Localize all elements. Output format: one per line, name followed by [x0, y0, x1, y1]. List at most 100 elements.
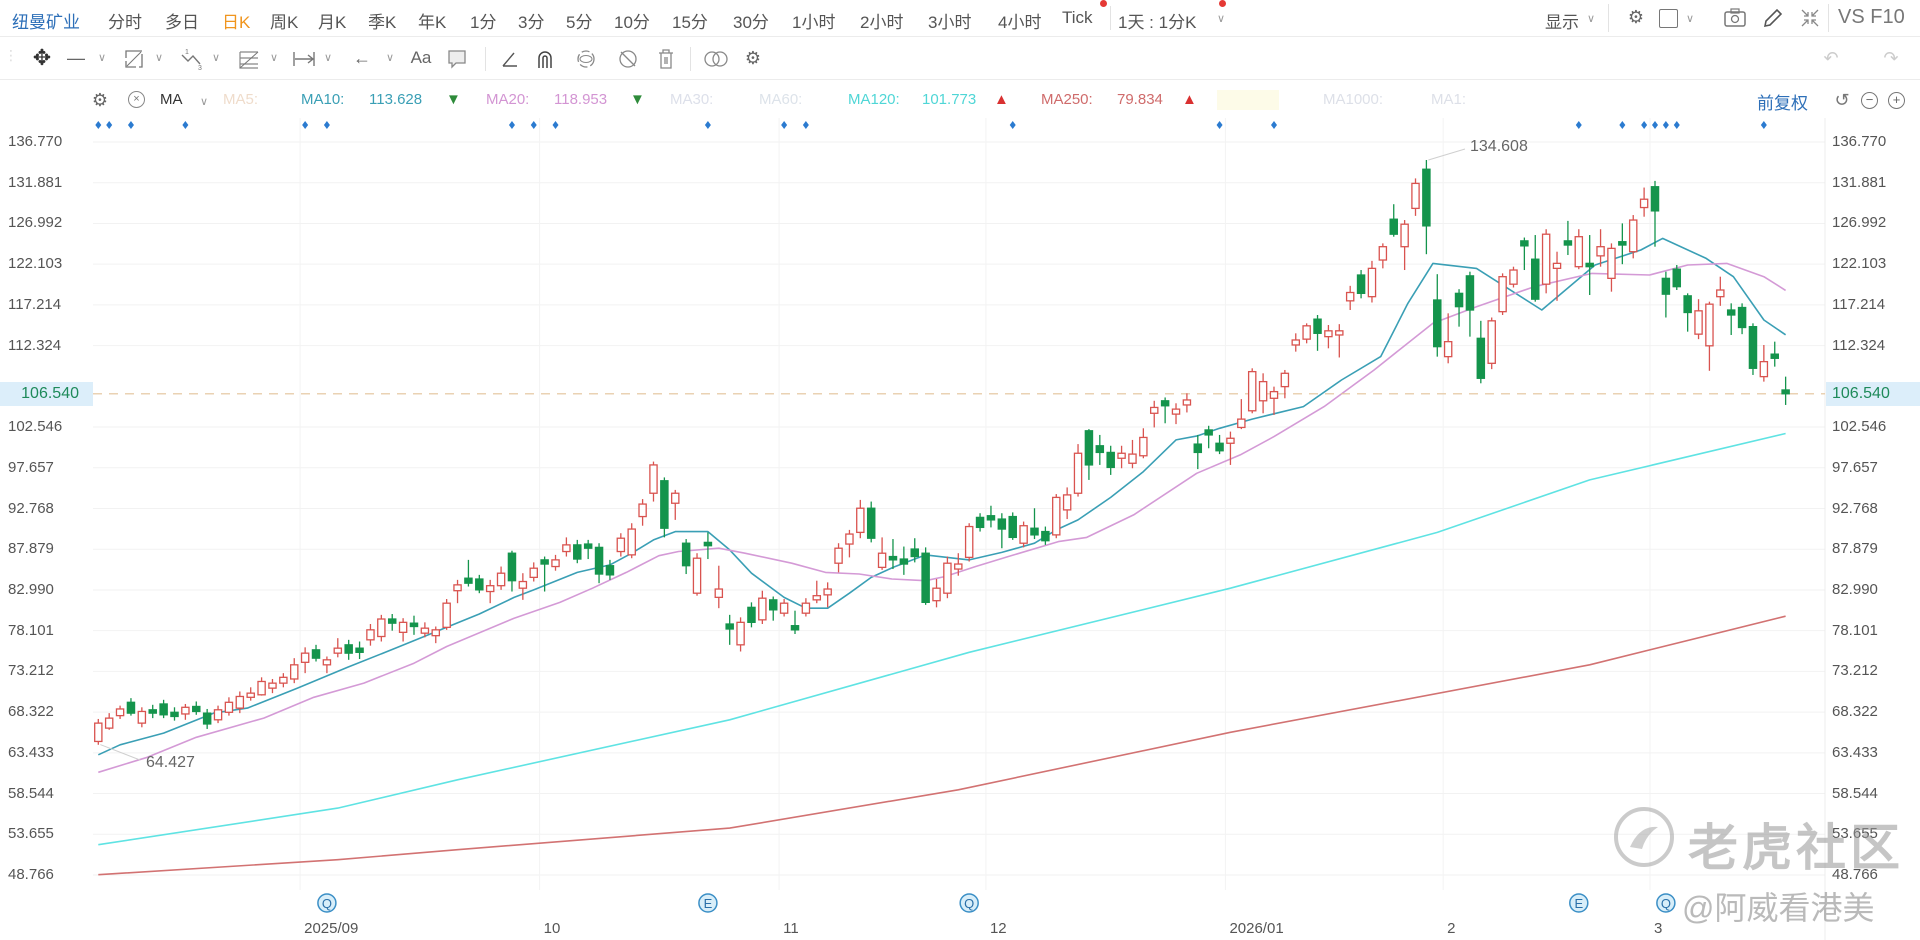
candle-down: [1585, 235, 1594, 296]
candle-up: [1367, 260, 1377, 303]
candle-down: [594, 543, 604, 584]
candle-up: [964, 523, 974, 562]
price-tick-left: 102.546: [8, 418, 63, 436]
max-price-annotation-leader: [1428, 148, 1466, 161]
candle-down: [997, 513, 1007, 549]
marker-diamond-icon: [1270, 121, 1277, 129]
candle-up: [1759, 344, 1769, 382]
candle-down: [475, 574, 484, 594]
event-Q-icon[interactable]: Q: [1656, 893, 1676, 913]
candle-down: [1030, 508, 1039, 540]
candle-up: [1607, 243, 1616, 292]
price-tick-left: 73.212: [8, 662, 54, 680]
candle-down: [1204, 425, 1213, 449]
marker-diamond-icon: [1651, 121, 1658, 129]
candle-down: [1041, 526, 1050, 545]
candle-down: [1433, 274, 1442, 357]
candle-up: [1400, 220, 1409, 271]
candle-up: [246, 687, 255, 701]
price-tick-left: 126.992: [8, 214, 63, 232]
candle-down: [1726, 303, 1736, 335]
candle-down: [681, 539, 691, 575]
candle-up: [638, 499, 647, 526]
candle-up: [442, 599, 451, 630]
candle-down: [159, 699, 168, 719]
price-tick-right: 58.544: [1832, 784, 1878, 802]
candle-down: [1084, 429, 1094, 480]
candle-up: [834, 543, 843, 573]
price-tick-right: 112.324: [1832, 336, 1886, 354]
candle-up: [289, 658, 299, 684]
candle-up: [1269, 386, 1279, 415]
price-tick-right: 126.992: [1832, 214, 1887, 232]
candle-up: [485, 579, 495, 604]
price-tick-left: 92.768: [8, 499, 54, 517]
price-tick-left: 58.544: [8, 784, 54, 802]
candle-up: [943, 556, 952, 599]
ma10-line: [97, 237, 1787, 756]
price-tick-left: 112.324: [8, 336, 62, 354]
marker-diamond-icon: [1673, 121, 1680, 129]
candle-up: [812, 580, 822, 604]
candle-up: [1639, 187, 1649, 217]
candle-down: [170, 707, 179, 721]
event-E-icon[interactable]: E: [1569, 893, 1589, 913]
candle-down: [1748, 323, 1758, 375]
marker-diamond-icon: [802, 121, 809, 129]
price-tick-left: 131.881: [8, 173, 63, 191]
candle-down: [1454, 289, 1464, 327]
watermark-brand: 老虎社区: [1688, 820, 1904, 876]
price-tick-left: 117.214: [8, 295, 62, 313]
date-label: 12: [989, 920, 1007, 937]
candle-up: [213, 705, 223, 724]
price-tick-left: 82.990: [8, 580, 54, 598]
event-Q-icon[interactable]: Q: [959, 893, 979, 913]
marker-diamond-icon: [1641, 121, 1648, 129]
candle-up: [1705, 301, 1714, 371]
candle-up: [1182, 393, 1192, 413]
candle-up: [823, 582, 832, 608]
candle-down: [311, 644, 321, 662]
candle-down: [1650, 180, 1660, 247]
candle-up: [431, 626, 441, 644]
candle-down: [573, 539, 582, 564]
candle-up: [1128, 439, 1137, 469]
candle-up: [1171, 403, 1181, 425]
candle-down: [507, 550, 517, 592]
candle-down: [703, 532, 713, 560]
kline-chart[interactable]: Q E Q E Q 134.608 64.427: [0, 0, 1920, 940]
date-label: 10: [543, 920, 561, 937]
date-label: 2026/01: [1229, 920, 1284, 937]
candle-up: [714, 565, 724, 609]
candle-up: [1117, 445, 1126, 469]
candle-down: [1661, 271, 1671, 318]
marker-diamond-icon: [704, 121, 711, 129]
candle-down: [1422, 160, 1431, 255]
candle-up: [453, 579, 462, 604]
event-Q-icon[interactable]: Q: [317, 893, 337, 913]
candle-up: [137, 707, 147, 728]
candle-down: [1781, 376, 1790, 405]
candle-up: [551, 554, 560, 571]
candle-up: [268, 678, 277, 694]
candle-down: [1160, 397, 1170, 424]
candle-up: [1411, 178, 1420, 216]
candle-down: [725, 614, 734, 645]
candle-up: [1716, 276, 1725, 306]
price-tick-right: 82.990: [1832, 580, 1878, 598]
candle-up: [1302, 323, 1311, 344]
candle-up: [181, 703, 190, 720]
marker-diamond-icon: [323, 121, 330, 129]
candle-down: [148, 704, 157, 719]
candle-up: [616, 533, 626, 557]
event-E-icon[interactable]: E: [698, 893, 718, 913]
candle-down: [1618, 223, 1627, 265]
candle-up: [758, 590, 767, 625]
candle-up: [115, 705, 125, 719]
marker-diamond-icon: [106, 121, 113, 129]
candle-up: [104, 713, 114, 730]
candle-up: [1052, 494, 1061, 539]
price-tick-right: 87.879: [1832, 540, 1878, 558]
candle-up: [1237, 399, 1246, 430]
candle-down: [1683, 293, 1692, 332]
